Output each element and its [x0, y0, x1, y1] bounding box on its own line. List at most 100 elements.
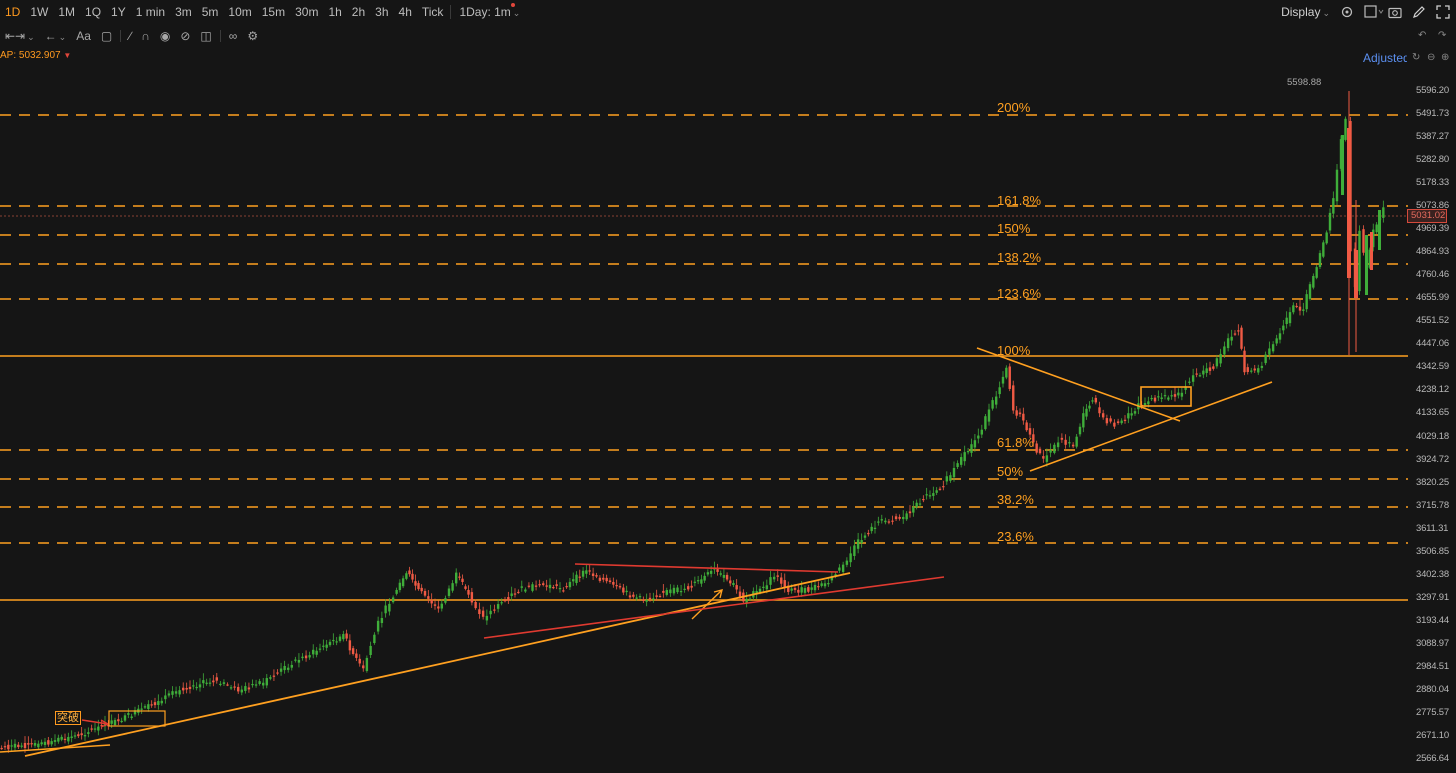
candle-body [1332, 198, 1335, 214]
candle-body [1005, 367, 1008, 378]
candle-body [873, 527, 877, 529]
candle-body [192, 685, 195, 687]
price-tick-label: 5178.33 [1416, 177, 1449, 189]
candle-body [585, 570, 588, 574]
candle-body [956, 463, 959, 468]
price-tick-label: 3924.72 [1416, 453, 1449, 465]
candle-body [80, 733, 83, 736]
candle-body [262, 682, 265, 686]
price-axis[interactable]: 5596.20 5491.73 5387.27 5282.80 5178.33 5073.… [1410, 0, 1456, 773]
candle-body [53, 740, 57, 742]
price-tick-label: 3820.25 [1416, 476, 1449, 488]
candle-body [517, 591, 520, 594]
candle-body [1049, 449, 1052, 453]
candle-body [645, 599, 648, 602]
candle-body [1173, 394, 1177, 397]
candle-body [1150, 397, 1153, 400]
candle-body [77, 734, 80, 737]
candle-body [1233, 333, 1237, 335]
candle-body [1071, 444, 1075, 447]
candle-body [810, 587, 813, 590]
candle-body [1015, 410, 1018, 416]
candle-body [625, 590, 628, 593]
candle-body [520, 586, 523, 588]
candle-body [215, 677, 218, 681]
candle-body [493, 609, 496, 611]
price-tick-label: 3193.44 [1416, 614, 1449, 626]
candle-body [902, 516, 905, 520]
candle-body [1160, 397, 1163, 399]
candle-body [1195, 373, 1198, 375]
candle-body [279, 668, 283, 672]
candle-body [1105, 418, 1109, 424]
candle-body [1130, 413, 1133, 416]
price-tick-label: 2880.04 [1416, 683, 1449, 695]
candle-body [93, 728, 97, 730]
candle-body [408, 570, 411, 575]
candle-body [182, 687, 185, 691]
candle-body [1045, 455, 1049, 462]
candle-body [401, 578, 405, 587]
candle-body [960, 457, 963, 465]
candle-body [952, 468, 956, 478]
candle-body [648, 597, 652, 599]
candle-body [1268, 348, 1271, 355]
candle-body [827, 583, 830, 585]
candle-body [60, 736, 63, 740]
candle-body [838, 567, 841, 571]
candle-body [325, 644, 328, 648]
price-chart[interactable] [0, 0, 1410, 773]
fib-level-label: 123.6% [997, 286, 1042, 301]
candle-body [642, 599, 645, 601]
candle-body [527, 585, 531, 587]
candle-body [884, 520, 887, 523]
candle-body [1375, 224, 1378, 233]
candle-body [1143, 403, 1147, 406]
candle-body [762, 586, 765, 588]
candle-body [362, 665, 365, 669]
candle-body [1075, 436, 1078, 447]
price-tick-label: 2775.57 [1416, 706, 1449, 718]
candle-body [198, 684, 202, 688]
candle-body [1365, 235, 1368, 295]
candle-body [555, 584, 558, 586]
candle-body [534, 585, 538, 587]
candle-body [765, 585, 769, 590]
candle-body [807, 587, 810, 592]
candle-body [30, 743, 33, 745]
candle-body [1305, 294, 1308, 310]
candle-body [272, 675, 276, 677]
red-resistance-line [574, 563, 839, 573]
candle-body [37, 743, 40, 748]
candle-body [1288, 312, 1292, 324]
candle-body [481, 610, 485, 617]
candle-body [963, 452, 966, 462]
candle-body [863, 535, 867, 538]
candle-body [247, 687, 251, 690]
candle-body [254, 684, 258, 686]
candle-body [856, 539, 860, 549]
candle-body [0, 747, 3, 750]
candle-body [1215, 358, 1219, 367]
candle-body [395, 589, 398, 594]
candle-body [388, 603, 391, 612]
candle-body [1085, 408, 1088, 417]
candle-body [531, 584, 534, 591]
candle-body [229, 687, 233, 689]
candle-body [905, 513, 908, 520]
breakout-box [108, 710, 166, 727]
candle-body [912, 506, 915, 513]
candle-body [922, 499, 925, 501]
candle-body [130, 716, 133, 718]
candle-body [745, 598, 748, 603]
current-price-badge: 5031.02 [1407, 209, 1447, 223]
candle-body [542, 583, 545, 585]
candle-body [376, 620, 380, 632]
candle-body [171, 691, 174, 695]
price-tick-label: 5282.80 [1416, 154, 1449, 166]
candle-body [709, 570, 713, 574]
candle-body [1370, 232, 1373, 270]
candle-body [345, 633, 348, 639]
candle-body [618, 586, 622, 588]
candle-body [1318, 253, 1322, 268]
